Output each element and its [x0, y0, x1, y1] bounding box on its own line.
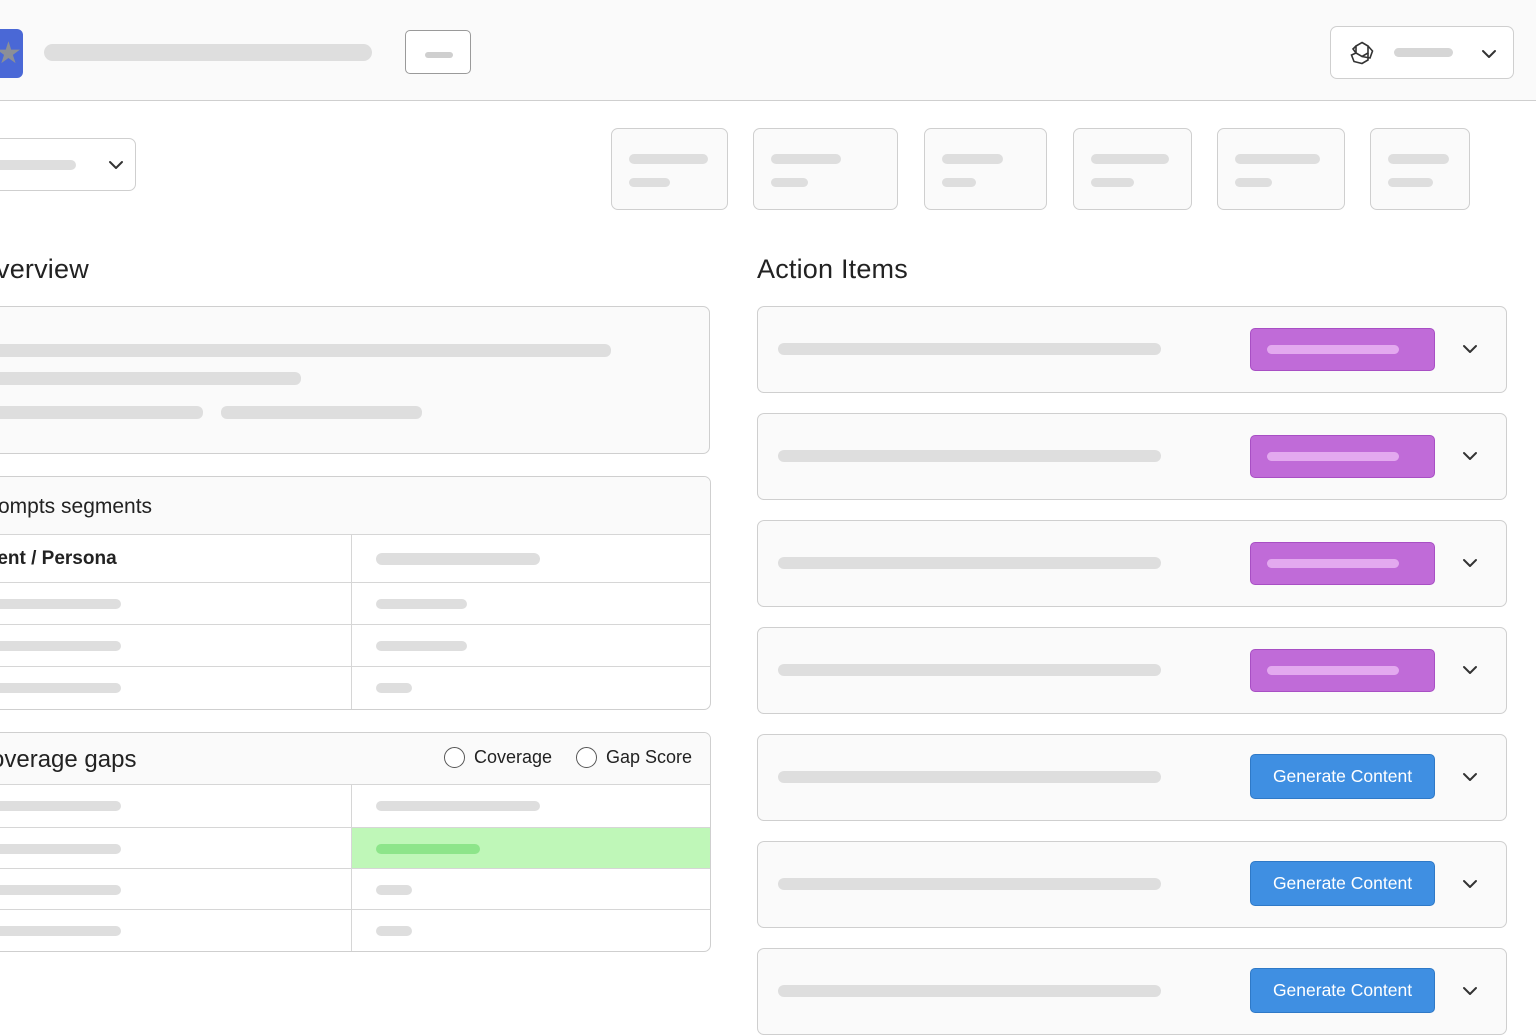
action-item-text-placeholder: [778, 557, 1161, 569]
priority-tag: [1250, 328, 1435, 371]
header-button[interactable]: [405, 30, 471, 74]
chevron-down-icon: [109, 161, 123, 169]
chevron-down-icon[interactable]: [1460, 446, 1480, 466]
stat-card: [924, 128, 1047, 210]
table-header: rompts segments: [0, 477, 710, 535]
stat-card: [753, 128, 898, 210]
openai-icon: [1350, 41, 1374, 65]
chevron-down-icon[interactable]: [1460, 660, 1480, 680]
chevron-down-icon[interactable]: [1460, 874, 1480, 894]
action-item[interactable]: Generate Content: [757, 734, 1507, 821]
filter-value-placeholder: [0, 160, 76, 170]
radio-circle-icon: [576, 747, 597, 768]
star-icon: ★: [0, 37, 22, 70]
action-item[interactable]: Generate Content: [757, 948, 1507, 1035]
table-row-highlighted[interactable]: [0, 828, 710, 869]
chevron-down-icon[interactable]: [1460, 981, 1480, 1001]
radio-coverage[interactable]: Coverage: [444, 747, 552, 768]
table-title: overage gaps: [0, 746, 137, 773]
table-header: overage gaps Coverage Gap Score: [0, 733, 710, 785]
radio-circle-icon: [444, 747, 465, 768]
button-label-placeholder: [425, 52, 453, 58]
action-item-text-placeholder: [778, 664, 1161, 676]
table-row[interactable]: [0, 625, 710, 667]
table-row[interactable]: [0, 583, 710, 625]
top-bar: ★: [0, 0, 1536, 101]
app-logo[interactable]: ★: [0, 29, 23, 78]
stat-card: [1073, 128, 1192, 210]
action-item[interactable]: [757, 306, 1507, 393]
priority-tag: [1250, 649, 1435, 692]
stat-card: [1217, 128, 1345, 210]
prompt-segments-table: rompts segments tent / Persona: [0, 476, 711, 710]
table-row[interactable]: [0, 667, 710, 709]
generate-content-button[interactable]: Generate Content: [1250, 968, 1435, 1013]
chevron-down-icon[interactable]: [1460, 553, 1480, 573]
model-name-placeholder: [1394, 48, 1453, 57]
table-row: tent / Persona: [0, 535, 710, 583]
action-item[interactable]: [757, 627, 1507, 714]
chevron-down-icon[interactable]: [1460, 339, 1480, 359]
action-item-text-placeholder: [778, 878, 1161, 890]
action-item-text-placeholder: [778, 343, 1161, 355]
chevron-down-icon[interactable]: [1460, 767, 1480, 787]
generate-content-button[interactable]: Generate Content: [1250, 754, 1435, 799]
table-row[interactable]: [0, 869, 710, 910]
overview-card: [0, 306, 710, 454]
action-item[interactable]: [757, 413, 1507, 500]
stat-card: [611, 128, 728, 210]
action-item-text-placeholder: [778, 771, 1161, 783]
table-title: rompts segments: [0, 495, 153, 518]
model-select[interactable]: [1330, 26, 1514, 79]
column-header: tent / Persona: [0, 548, 117, 569]
radio-gap-score[interactable]: Gap Score: [576, 747, 692, 768]
chevron-down-icon: [1482, 50, 1496, 58]
app-title-placeholder: [44, 44, 372, 61]
table-row[interactable]: [0, 785, 710, 828]
generate-content-button[interactable]: Generate Content: [1250, 861, 1435, 906]
overview-title: verview: [0, 254, 89, 284]
priority-tag: [1250, 435, 1435, 478]
table-row[interactable]: [0, 910, 710, 951]
action-item-text-placeholder: [778, 985, 1161, 997]
filter-select[interactable]: [0, 138, 136, 191]
priority-tag: [1250, 542, 1435, 585]
action-item-text-placeholder: [778, 450, 1161, 462]
action-item[interactable]: [757, 520, 1507, 607]
action-item[interactable]: Generate Content: [757, 841, 1507, 928]
stat-card: [1370, 128, 1470, 210]
coverage-gaps-table: overage gaps Coverage Gap Score: [0, 732, 711, 952]
action-items-title: Action Items: [757, 254, 908, 284]
